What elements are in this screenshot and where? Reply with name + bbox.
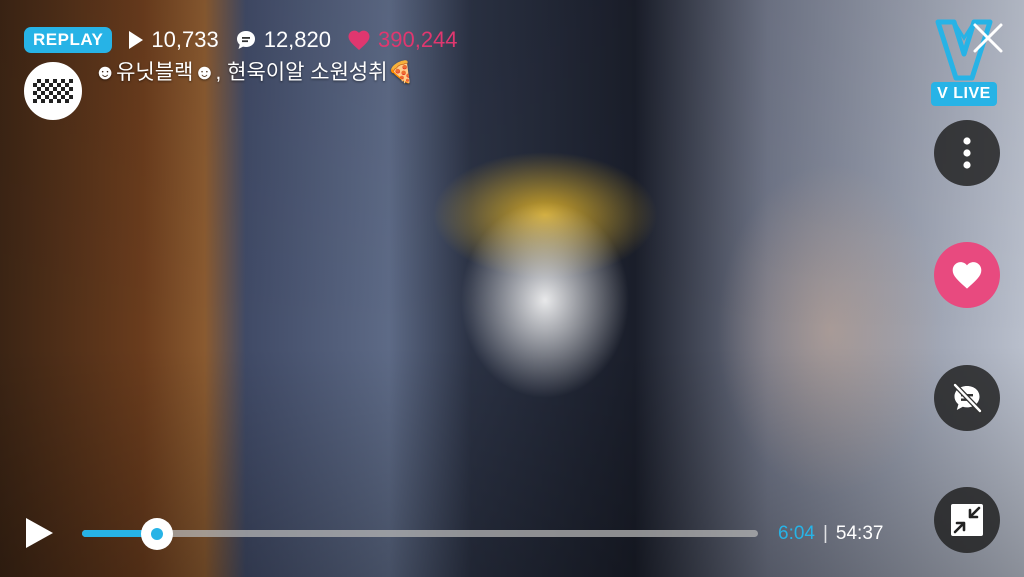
comment-count-value: 12,820 [263, 27, 331, 52]
vlive-badge: V LIVE [931, 82, 997, 106]
time-display: 6:04 | 54:37 [778, 523, 883, 545]
like-button[interactable] [934, 242, 1000, 308]
video-title: ☻유닛블랙☻, 현욱이알 소원성취🍕 [94, 61, 414, 84]
channel-avatar[interactable] [24, 62, 82, 120]
more-options-button[interactable] [934, 120, 1000, 186]
time-separator: | [822, 523, 828, 544]
current-time: 6:04 [778, 523, 815, 544]
toggle-chat-button[interactable] [934, 365, 1000, 431]
replay-badge: REPLAY [24, 27, 113, 53]
play-count-value: 10,733 [151, 27, 219, 52]
avatar-logo-pattern [33, 79, 73, 103]
total-time: 54:37 [835, 523, 884, 544]
minimize-arrows-icon [951, 504, 983, 536]
like-count-value: 390,244 [378, 27, 458, 52]
comment-count: 12,820 [235, 27, 331, 53]
chat-bubble-icon [236, 31, 255, 49]
seek-handle-dot [151, 527, 164, 540]
play-count: 10,733 [128, 27, 219, 53]
chat-off-icon [952, 382, 983, 414]
seek-handle[interactable] [141, 517, 174, 550]
more-vertical-icon [963, 137, 971, 169]
minimize-button[interactable] [934, 487, 1000, 553]
stats-bar: REPLAY 10,733 12,820 390,244 [24, 26, 458, 54]
seek-bar[interactable] [82, 517, 758, 550]
play-icon[interactable] [22, 515, 56, 551]
close-icon[interactable] [970, 20, 1006, 56]
heart-icon [952, 262, 982, 289]
heart-icon [348, 30, 370, 50]
like-count: 390,244 [347, 27, 458, 53]
channel-info: ☻유닛블랙☻, 현욱이알 소원성취🍕 [24, 61, 414, 120]
play-triangle-icon [129, 31, 144, 49]
